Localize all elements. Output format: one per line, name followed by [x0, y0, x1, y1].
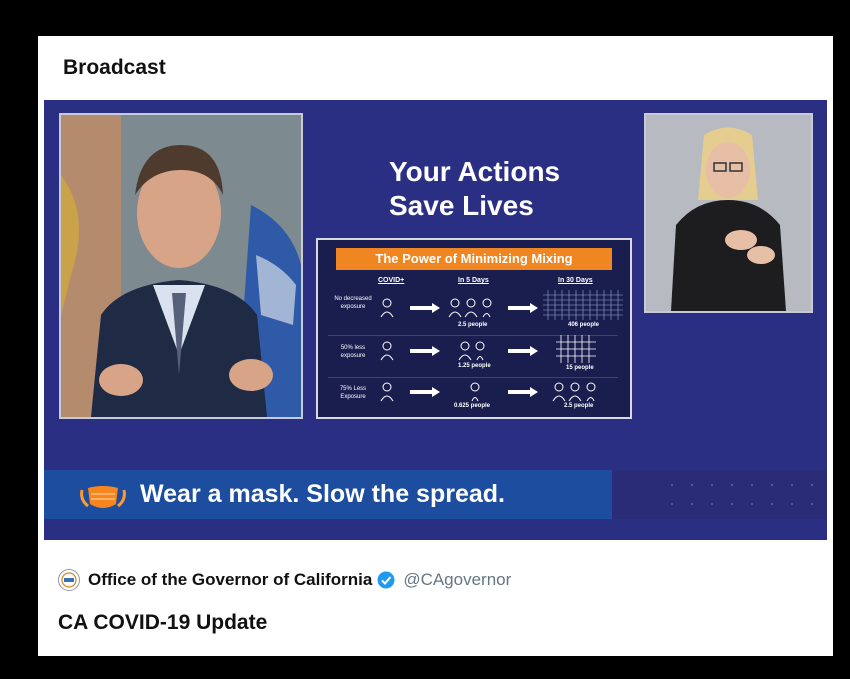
verified-badge-icon: [377, 571, 395, 589]
row-label: 50% less exposure: [340, 345, 366, 359]
person-icon: [380, 298, 394, 318]
people-crowd-icon: [556, 335, 596, 363]
person-icon: [380, 382, 394, 402]
row-label: No decreased exposure: [334, 296, 372, 310]
arrow-icon: [508, 303, 538, 313]
banner-text: Wear a mask. Slow the spread.: [140, 480, 505, 508]
slide-title: The Power of Minimizing Mixing: [336, 248, 612, 270]
banner-pattern: [612, 470, 827, 519]
ca-seal-icon: [61, 572, 77, 588]
tweet-title: CA COVID-19 Update: [58, 611, 268, 634]
row-divider: [328, 377, 618, 378]
people-group-icon: [552, 382, 596, 402]
column-header-covid: COVID+: [378, 277, 405, 284]
count-5-days: 1.25 people: [458, 363, 491, 369]
avatar[interactable]: [58, 569, 80, 591]
column-header-30-days: In 30 Days: [558, 277, 593, 284]
people-group-icon: [458, 341, 485, 361]
column-header-5-days: In 5 Days: [458, 277, 489, 284]
headline: Your Actions Save Lives: [389, 155, 560, 223]
sign-language-interpreter-feed: [644, 113, 813, 313]
arrow-icon: [410, 303, 440, 313]
arrow-icon: [508, 387, 538, 397]
author-handle[interactable]: @CAgovernor: [403, 570, 511, 590]
count-5-days: 0.625 people: [454, 403, 491, 409]
arrow-icon: [410, 346, 440, 356]
broadcast-card: Broadcast Your Actions Save Lives The Po…: [38, 36, 833, 656]
card-title: Broadcast: [63, 56, 166, 79]
author-row[interactable]: Office of the Governor of California @CA…: [58, 569, 511, 591]
person-icon: [380, 341, 394, 361]
count-30-days: 15 people: [566, 365, 594, 371]
arrow-icon: [410, 387, 440, 397]
speaker-video-feed: [59, 113, 303, 419]
arrow-icon: [508, 346, 538, 356]
face-mask-icon: [80, 486, 126, 508]
video-player[interactable]: Your Actions Save Lives The Power of Min…: [44, 100, 827, 540]
count-5-days: 2.5 people: [458, 322, 488, 328]
infographic-slide: The Power of Minimizing Mixing COVID+ In…: [316, 238, 632, 419]
headline-line-2: Save Lives: [389, 190, 534, 221]
count-30-days: 406 people: [568, 322, 600, 328]
count-30-days: 2.5 people: [564, 403, 594, 409]
headline-line-1: Your Actions: [389, 156, 561, 187]
partial-person-icon: [470, 382, 480, 402]
people-group-icon: [448, 298, 492, 318]
people-crowd-icon: [543, 290, 623, 320]
author-name[interactable]: Office of the Governor of California: [88, 570, 372, 590]
row-label: 75% Less Exposure: [339, 386, 367, 400]
